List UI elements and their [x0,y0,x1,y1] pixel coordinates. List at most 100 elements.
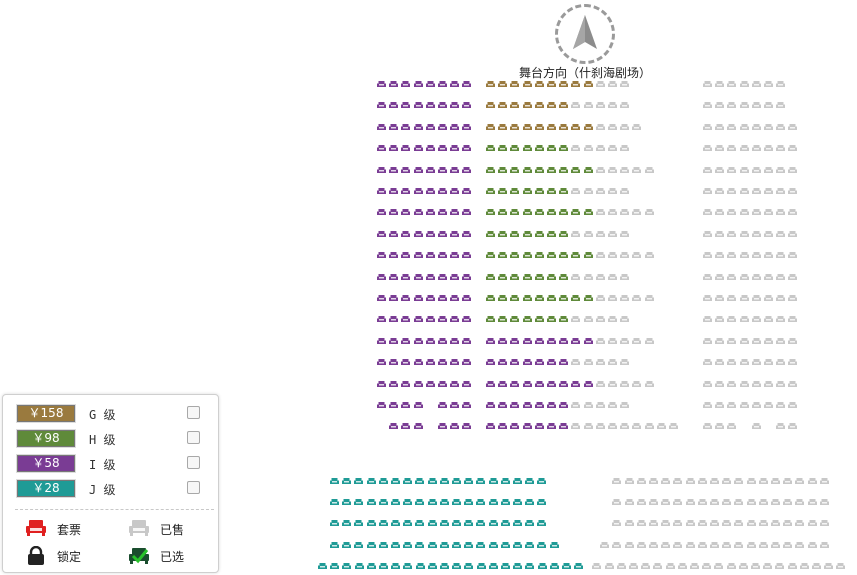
seat-h[interactable] [498,273,508,281]
seat-j[interactable] [574,562,584,570]
seat-i[interactable] [389,166,399,174]
seat-i[interactable] [389,295,399,302]
seat-i[interactable] [377,252,386,259]
seat-i[interactable] [559,402,569,409]
seat-i[interactable] [498,380,508,388]
seat-g[interactable] [498,102,508,109]
seat-i[interactable] [438,188,447,195]
seat-j[interactable] [427,541,437,549]
seat-i[interactable] [438,123,447,131]
seat-i[interactable] [377,316,386,323]
seat-i[interactable] [438,145,447,152]
seat-h[interactable] [571,166,581,174]
seat-i[interactable] [425,81,435,88]
seat-j[interactable] [366,520,376,527]
seat-i[interactable] [389,123,399,131]
seat-i[interactable] [389,337,399,345]
seat-j[interactable] [440,562,449,570]
seat-j[interactable] [439,499,449,506]
seat-j[interactable] [500,520,510,527]
seat-j[interactable] [501,562,510,570]
seat-i[interactable] [401,337,411,345]
seat-h[interactable] [547,273,556,281]
seat-i[interactable] [438,166,447,174]
seat-j[interactable] [354,541,364,549]
seat-i[interactable] [389,81,399,88]
seat-g[interactable] [534,102,544,109]
seat-i[interactable] [425,188,435,195]
seat-g[interactable] [559,123,569,131]
seat-h[interactable] [559,145,569,152]
seat-i[interactable] [522,380,532,388]
seat-j[interactable] [318,562,327,570]
price-filter-checkbox-g[interactable] [187,406,200,419]
seat-i[interactable] [450,145,460,152]
seat-j[interactable] [549,541,559,549]
seat-i[interactable] [389,188,399,195]
seat-i[interactable] [534,337,544,345]
seat-i[interactable] [559,337,569,345]
seat-i[interactable] [425,380,435,388]
seat-h[interactable] [510,273,520,281]
seat-j[interactable] [476,499,486,506]
seat-j[interactable] [549,562,559,570]
seat-i[interactable] [462,423,472,430]
seat-h[interactable] [583,209,593,216]
seat-j[interactable] [537,562,547,570]
seat-j[interactable] [391,541,400,549]
seat-i[interactable] [547,337,556,345]
seat-h[interactable] [522,166,532,174]
seat-h[interactable] [498,209,508,216]
seat-h[interactable] [571,252,581,259]
seat-i[interactable] [377,123,386,131]
seat-i[interactable] [438,252,447,259]
seat-j[interactable] [476,541,486,549]
seat-h[interactable] [510,252,520,259]
seat-i[interactable] [389,145,399,152]
seat-i[interactable] [534,359,544,366]
seat-i[interactable] [450,337,460,345]
seat-h[interactable] [534,209,544,216]
seat-j[interactable] [513,562,523,570]
seat-h[interactable] [486,145,495,152]
seat-h[interactable] [534,316,544,323]
seat-j[interactable] [427,520,437,527]
seat-h[interactable] [534,252,544,259]
seat-i[interactable] [389,359,399,366]
seat-j[interactable] [513,478,522,485]
seat-i[interactable] [559,359,569,366]
seat-i[interactable] [450,273,460,281]
seat-i[interactable] [571,337,581,345]
seat-i[interactable] [425,273,435,281]
seat-h[interactable] [498,252,508,259]
seat-h[interactable] [534,166,544,174]
seat-j[interactable] [415,478,425,485]
seat-h[interactable] [486,166,495,174]
seat-i[interactable] [438,295,447,302]
seat-i[interactable] [401,230,411,238]
seat-i[interactable] [462,81,472,88]
seat-j[interactable] [403,499,413,506]
seat-g[interactable] [522,81,532,88]
seat-i[interactable] [583,337,593,345]
seat-h[interactable] [559,209,569,216]
seat-i[interactable] [389,102,399,109]
seat-j[interactable] [342,562,352,570]
seat-g[interactable] [510,102,520,109]
seat-j[interactable] [415,562,425,570]
seat-i[interactable] [401,188,411,195]
seat-j[interactable] [378,541,388,549]
seat-i[interactable] [413,123,423,131]
seat-i[interactable] [438,102,447,109]
seat-i[interactable] [486,402,495,409]
seat-i[interactable] [534,423,544,430]
seat-i[interactable] [522,337,532,345]
seat-i[interactable] [438,359,447,366]
seat-i[interactable] [462,337,472,345]
price-filter-checkbox-j[interactable] [187,481,200,494]
seat-i[interactable] [413,166,423,174]
seat-g[interactable] [522,123,532,131]
seat-h[interactable] [547,188,556,195]
seat-j[interactable] [378,499,388,506]
seat-j[interactable] [427,499,437,506]
